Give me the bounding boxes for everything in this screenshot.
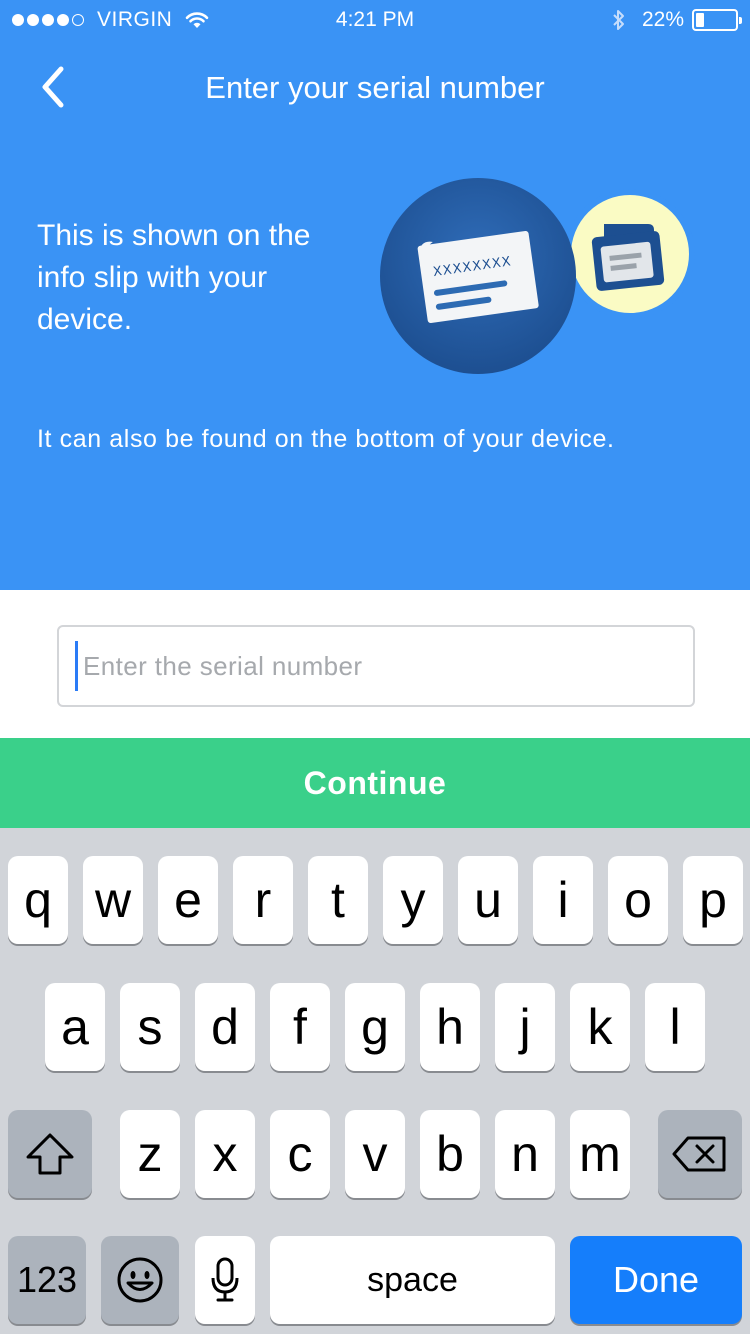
done-key[interactable]: Done: [570, 1236, 742, 1324]
space-key[interactable]: space: [270, 1236, 555, 1324]
key-n[interactable]: n: [495, 1110, 555, 1198]
key-m[interactable]: m: [570, 1110, 630, 1198]
key-d[interactable]: d: [195, 983, 255, 1071]
serial-number-input[interactable]: [83, 650, 663, 682]
serial-slip-illustration: XXXXXXXX: [378, 176, 698, 376]
key-b[interactable]: b: [420, 1110, 480, 1198]
serial-input-container[interactable]: [57, 625, 695, 707]
nav-bar: Enter your serial number: [0, 50, 750, 124]
text-cursor: [75, 641, 78, 691]
info-subtext: It can also be found on the bottom of yo…: [37, 425, 615, 453]
key-o[interactable]: o: [608, 856, 668, 944]
keyboard: 123 space Done qwertyuiop asdfghjkl zxcvbn…: [0, 828, 750, 1334]
emoji-key[interactable]: [101, 1236, 179, 1324]
key-z[interactable]: z: [120, 1110, 180, 1198]
key-t[interactable]: t: [308, 856, 368, 944]
key-e[interactable]: e: [158, 856, 218, 944]
key-v[interactable]: v: [345, 1110, 405, 1198]
continue-button[interactable]: Continue: [0, 738, 750, 828]
battery-icon: [692, 9, 742, 31]
header: VIRGIN 4:21 PM 22% Enter your serial num…: [0, 0, 750, 590]
key-h[interactable]: h: [420, 983, 480, 1071]
status-bar: VIRGIN 4:21 PM 22%: [0, 0, 750, 40]
emoji-icon: [117, 1257, 163, 1303]
key-f[interactable]: f: [270, 983, 330, 1071]
key-j[interactable]: j: [495, 983, 555, 1071]
numbers-key[interactable]: 123: [8, 1236, 86, 1324]
key-y[interactable]: y: [383, 856, 443, 944]
dictation-key[interactable]: [195, 1236, 255, 1324]
key-k[interactable]: k: [570, 983, 630, 1071]
key-i[interactable]: i: [533, 856, 593, 944]
info-text: This is shown on the info slip with your…: [37, 219, 311, 336]
key-u[interactable]: u: [458, 856, 518, 944]
key-w[interactable]: w: [83, 856, 143, 944]
backspace-icon: [672, 1136, 726, 1172]
shift-icon: [26, 1133, 74, 1175]
battery-percent: 22%: [641, 8, 684, 31]
key-g[interactable]: g: [345, 983, 405, 1071]
shift-key[interactable]: [8, 1110, 92, 1198]
microphone-icon: [211, 1257, 239, 1302]
key-c[interactable]: c: [270, 1110, 330, 1198]
delete-key[interactable]: [658, 1110, 742, 1198]
key-p[interactable]: p: [683, 856, 743, 944]
key-r[interactable]: r: [233, 856, 293, 944]
page-title: Enter your serial number: [205, 70, 545, 105]
key-q[interactable]: q: [8, 856, 68, 944]
form-area: [0, 590, 750, 738]
bluetooth-icon: [613, 10, 624, 30]
key-x[interactable]: x: [195, 1110, 255, 1198]
key-s[interactable]: s: [120, 983, 180, 1071]
key-l[interactable]: l: [645, 983, 705, 1071]
key-a[interactable]: a: [45, 983, 105, 1071]
